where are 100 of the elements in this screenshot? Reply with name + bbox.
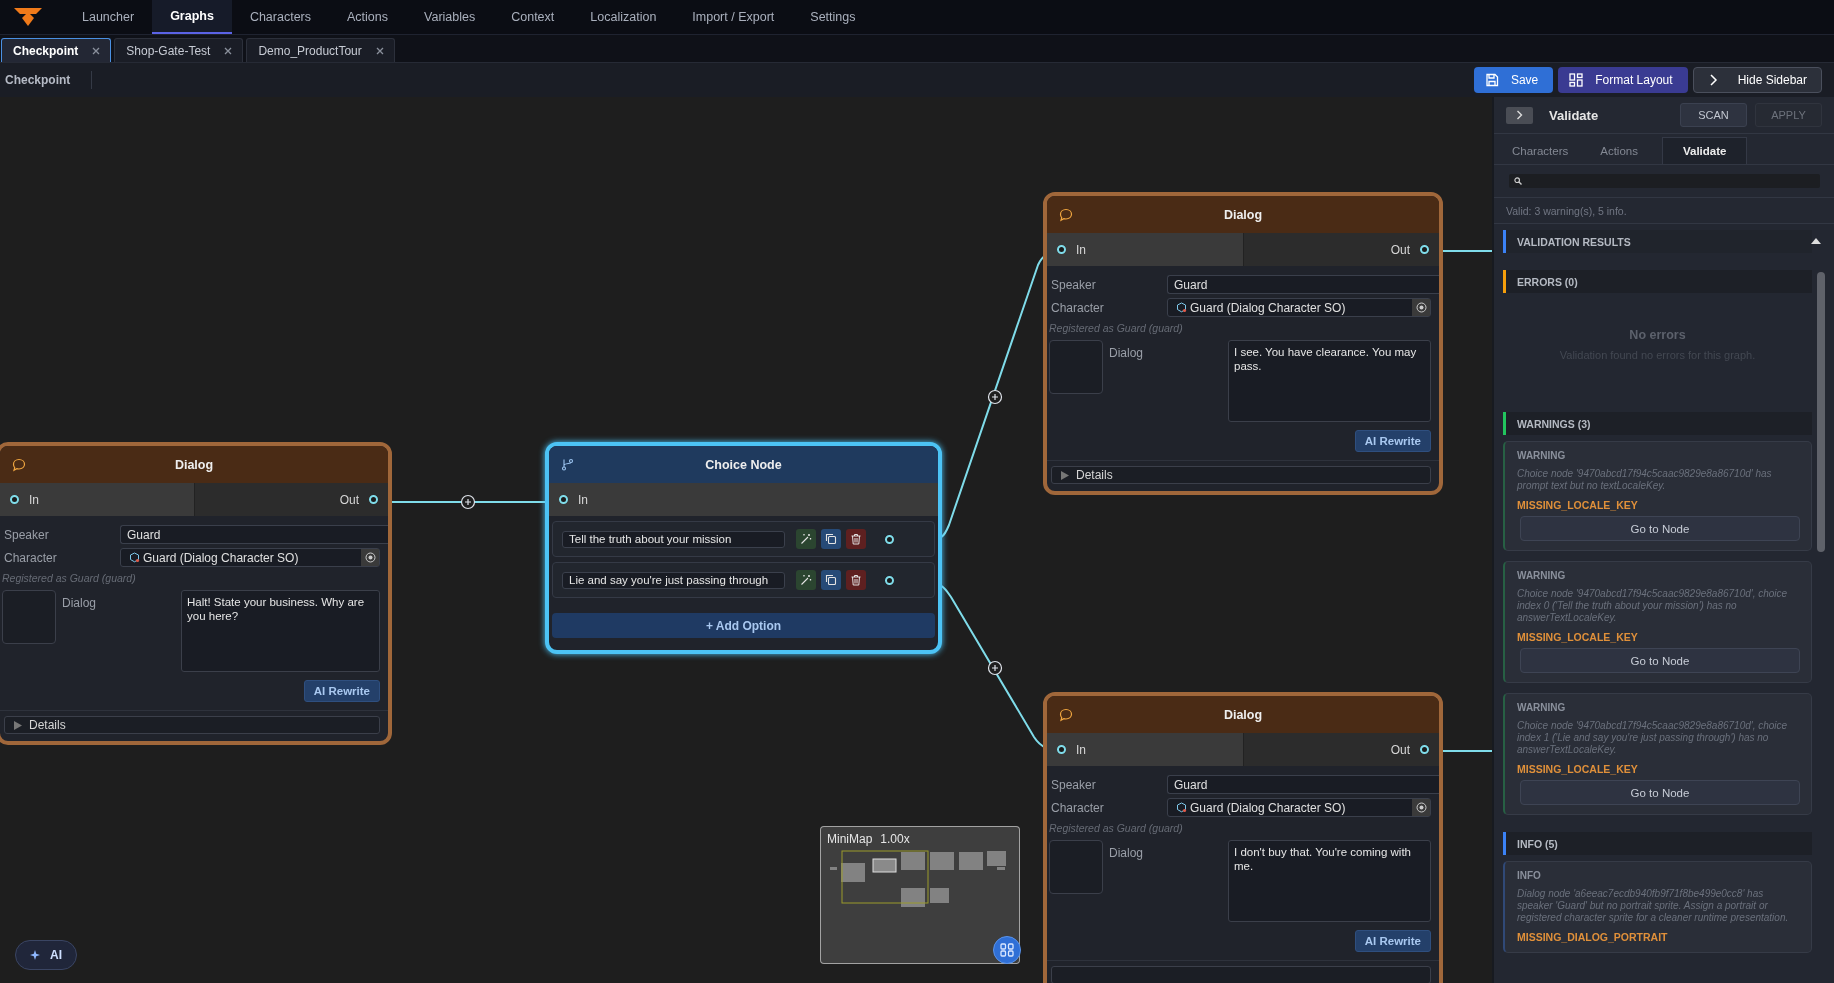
go-to-node-button[interactable]: Go to Node bbox=[1520, 780, 1800, 805]
target-button[interactable] bbox=[1412, 299, 1430, 316]
document-tab[interactable]: Shop-Gate-Test bbox=[114, 38, 244, 62]
menu-item[interactable]: Import / Export bbox=[674, 0, 793, 34]
field-label: Speaker bbox=[1051, 277, 1097, 292]
close-icon[interactable] bbox=[224, 46, 233, 55]
delete-button[interactable] bbox=[846, 529, 866, 549]
grid-icon bbox=[1000, 943, 1014, 957]
close-icon[interactable] bbox=[92, 46, 101, 55]
scrollbar-thumb[interactable] bbox=[1817, 272, 1825, 552]
go-to-node-button[interactable]: Go to Node bbox=[1520, 648, 1800, 673]
option-text-field[interactable]: Tell the truth about your mission bbox=[562, 530, 785, 548]
search-field[interactable] bbox=[1509, 174, 1820, 188]
details-toggle[interactable]: Details bbox=[1051, 466, 1431, 484]
panel-tab[interactable]: Characters bbox=[1496, 138, 1585, 164]
character-field[interactable]: Guard (Dialog Character SO) bbox=[120, 548, 380, 567]
section-title: VALIDATION RESULTS bbox=[1517, 235, 1631, 248]
document-tab[interactable]: Demo_ProductTour bbox=[246, 38, 395, 62]
minimap-toggle-button[interactable] bbox=[993, 936, 1021, 964]
hide-button[interactable]: Hide Sidebar bbox=[1692, 67, 1822, 93]
magic-wand-button[interactable] bbox=[796, 570, 816, 590]
duplicate-button[interactable] bbox=[821, 529, 841, 549]
ai-button[interactable]: AI bbox=[15, 940, 77, 970]
delete-button[interactable] bbox=[846, 570, 866, 590]
field-label: Speaker bbox=[1051, 777, 1097, 792]
magic-wand-button[interactable] bbox=[796, 529, 816, 549]
choice-node[interactable]: Choice Node In Tell the truth about your mission Lie and say you're just passing through + Add Option bbox=[545, 442, 942, 654]
target-button[interactable] bbox=[1412, 799, 1430, 816]
port-dot[interactable] bbox=[1057, 745, 1066, 754]
option-text-field[interactable]: Lie and say you're just passing through bbox=[562, 571, 785, 589]
panel-tab[interactable]: Validate bbox=[1661, 137, 1748, 164]
duplicate-button[interactable] bbox=[821, 570, 841, 590]
character-icon bbox=[1176, 302, 1187, 313]
field-label: Character bbox=[4, 550, 58, 565]
speaker-field[interactable]: Guard bbox=[120, 525, 388, 544]
port-dot[interactable] bbox=[1420, 245, 1429, 254]
target-icon bbox=[1415, 802, 1427, 813]
registered-note: Registered as Guard (guard) bbox=[1048, 821, 1184, 834]
dialog-text-field[interactable]: I see. You have clearance. You may pass. bbox=[1228, 340, 1431, 422]
menu-item[interactable]: Localization bbox=[572, 0, 675, 34]
character-icon bbox=[1176, 802, 1187, 813]
copy-icon bbox=[825, 574, 837, 586]
menu-item[interactable]: Launcher bbox=[64, 0, 153, 34]
save-button[interactable]: Save bbox=[1473, 67, 1554, 93]
port-dot[interactable] bbox=[369, 495, 378, 504]
port-label: Out bbox=[339, 492, 359, 507]
trash-icon bbox=[850, 574, 862, 586]
panel-tab[interactable]: Actions bbox=[1584, 138, 1654, 164]
scan-button[interactable]: SCAN bbox=[1680, 103, 1747, 127]
plus-icon[interactable] bbox=[987, 389, 1003, 405]
ai-rewrite-button[interactable]: AI Rewrite bbox=[303, 680, 380, 702]
dialog-text-field[interactable]: I don't buy that. You're coming with me. bbox=[1228, 840, 1431, 922]
port-dot[interactable] bbox=[1057, 245, 1066, 254]
magic-wand-icon bbox=[800, 574, 812, 586]
port-label: In bbox=[578, 492, 588, 507]
ai-rewrite-button[interactable]: AI Rewrite bbox=[1354, 430, 1431, 452]
port-dot[interactable] bbox=[885, 575, 894, 585]
dialog-node[interactable]: Dialog In Out Speaker Guard Character Guard (Dialog Character SO) Registered as Guard (guard) Dialog I don't buy that. You're coming with me. AI Rewrite bbox=[1043, 692, 1443, 983]
target-button[interactable] bbox=[361, 549, 379, 566]
add-option-button[interactable]: + Add Option bbox=[552, 613, 935, 638]
character-field[interactable]: Guard (Dialog Character SO) bbox=[1167, 298, 1431, 317]
dialog-node[interactable]: Dialog In Out Speaker Guard Character Guard (Dialog Character SO) Registered as Guard (guard) Dialog I see. You have clearance. You may pass. AI Rewrite Details bbox=[1043, 192, 1443, 495]
collapse-button[interactable] bbox=[1506, 106, 1533, 124]
plus-icon[interactable] bbox=[987, 660, 1003, 676]
details-toggle[interactable] bbox=[1051, 966, 1431, 983]
document-tab[interactable]: Checkpoint bbox=[1, 38, 112, 62]
zoom-level: 1.00x bbox=[880, 832, 910, 846]
port-dot[interactable] bbox=[1420, 745, 1429, 754]
empty-state-title: No errors bbox=[1629, 327, 1686, 342]
details-toggle[interactable]: Details bbox=[4, 716, 380, 734]
panel-title: Validate bbox=[1549, 107, 1599, 123]
dialog-text-field[interactable]: Halt! State your business. Why are you here? bbox=[181, 590, 380, 672]
caret-icon[interactable] bbox=[1811, 238, 1821, 244]
copy-icon bbox=[825, 533, 837, 545]
port-dot[interactable] bbox=[885, 534, 894, 544]
menu-item[interactable]: Context bbox=[493, 0, 573, 34]
port-dot[interactable] bbox=[10, 495, 19, 504]
format-button[interactable]: Format Layout bbox=[1558, 67, 1688, 93]
close-icon[interactable] bbox=[375, 46, 384, 55]
node-title: Choice Node bbox=[705, 457, 782, 472]
tab-label: Shop-Gate-Test bbox=[126, 43, 211, 58]
character-icon bbox=[129, 552, 140, 563]
menu-item[interactable]: Characters bbox=[231, 0, 330, 34]
menu-item[interactable]: Settings bbox=[792, 0, 874, 34]
port-dot[interactable] bbox=[559, 495, 568, 504]
magic-wand-icon bbox=[800, 533, 812, 545]
menu-item[interactable]: Graphs bbox=[152, 0, 232, 34]
minimap-panel[interactable]: MiniMap 1.00x bbox=[820, 826, 1020, 964]
dialog-node[interactable]: Dialog In Out Speaker Guard Character Guard (Dialog Character SO) Registered as Guard (guard) Dialog Halt! State your business. Why are you here? AI Rewrite Details bbox=[0, 442, 392, 745]
go-to-node-button[interactable]: Go to Node bbox=[1520, 516, 1800, 541]
section-header[interactable]: VALIDATION RESULTS bbox=[1503, 230, 1812, 253]
character-name: Guard (Dialog Character SO) bbox=[1190, 800, 1346, 815]
menu-item[interactable]: Variables bbox=[406, 0, 494, 34]
character-field[interactable]: Guard (Dialog Character SO) bbox=[1167, 798, 1431, 817]
node-title: Dialog bbox=[174, 457, 214, 472]
plus-icon[interactable] bbox=[460, 494, 476, 510]
speaker-field[interactable]: Guard bbox=[1167, 275, 1439, 294]
ai-rewrite-button[interactable]: AI Rewrite bbox=[1354, 930, 1431, 952]
menu-item[interactable]: Actions bbox=[329, 0, 407, 34]
speaker-field[interactable]: Guard bbox=[1167, 775, 1439, 794]
